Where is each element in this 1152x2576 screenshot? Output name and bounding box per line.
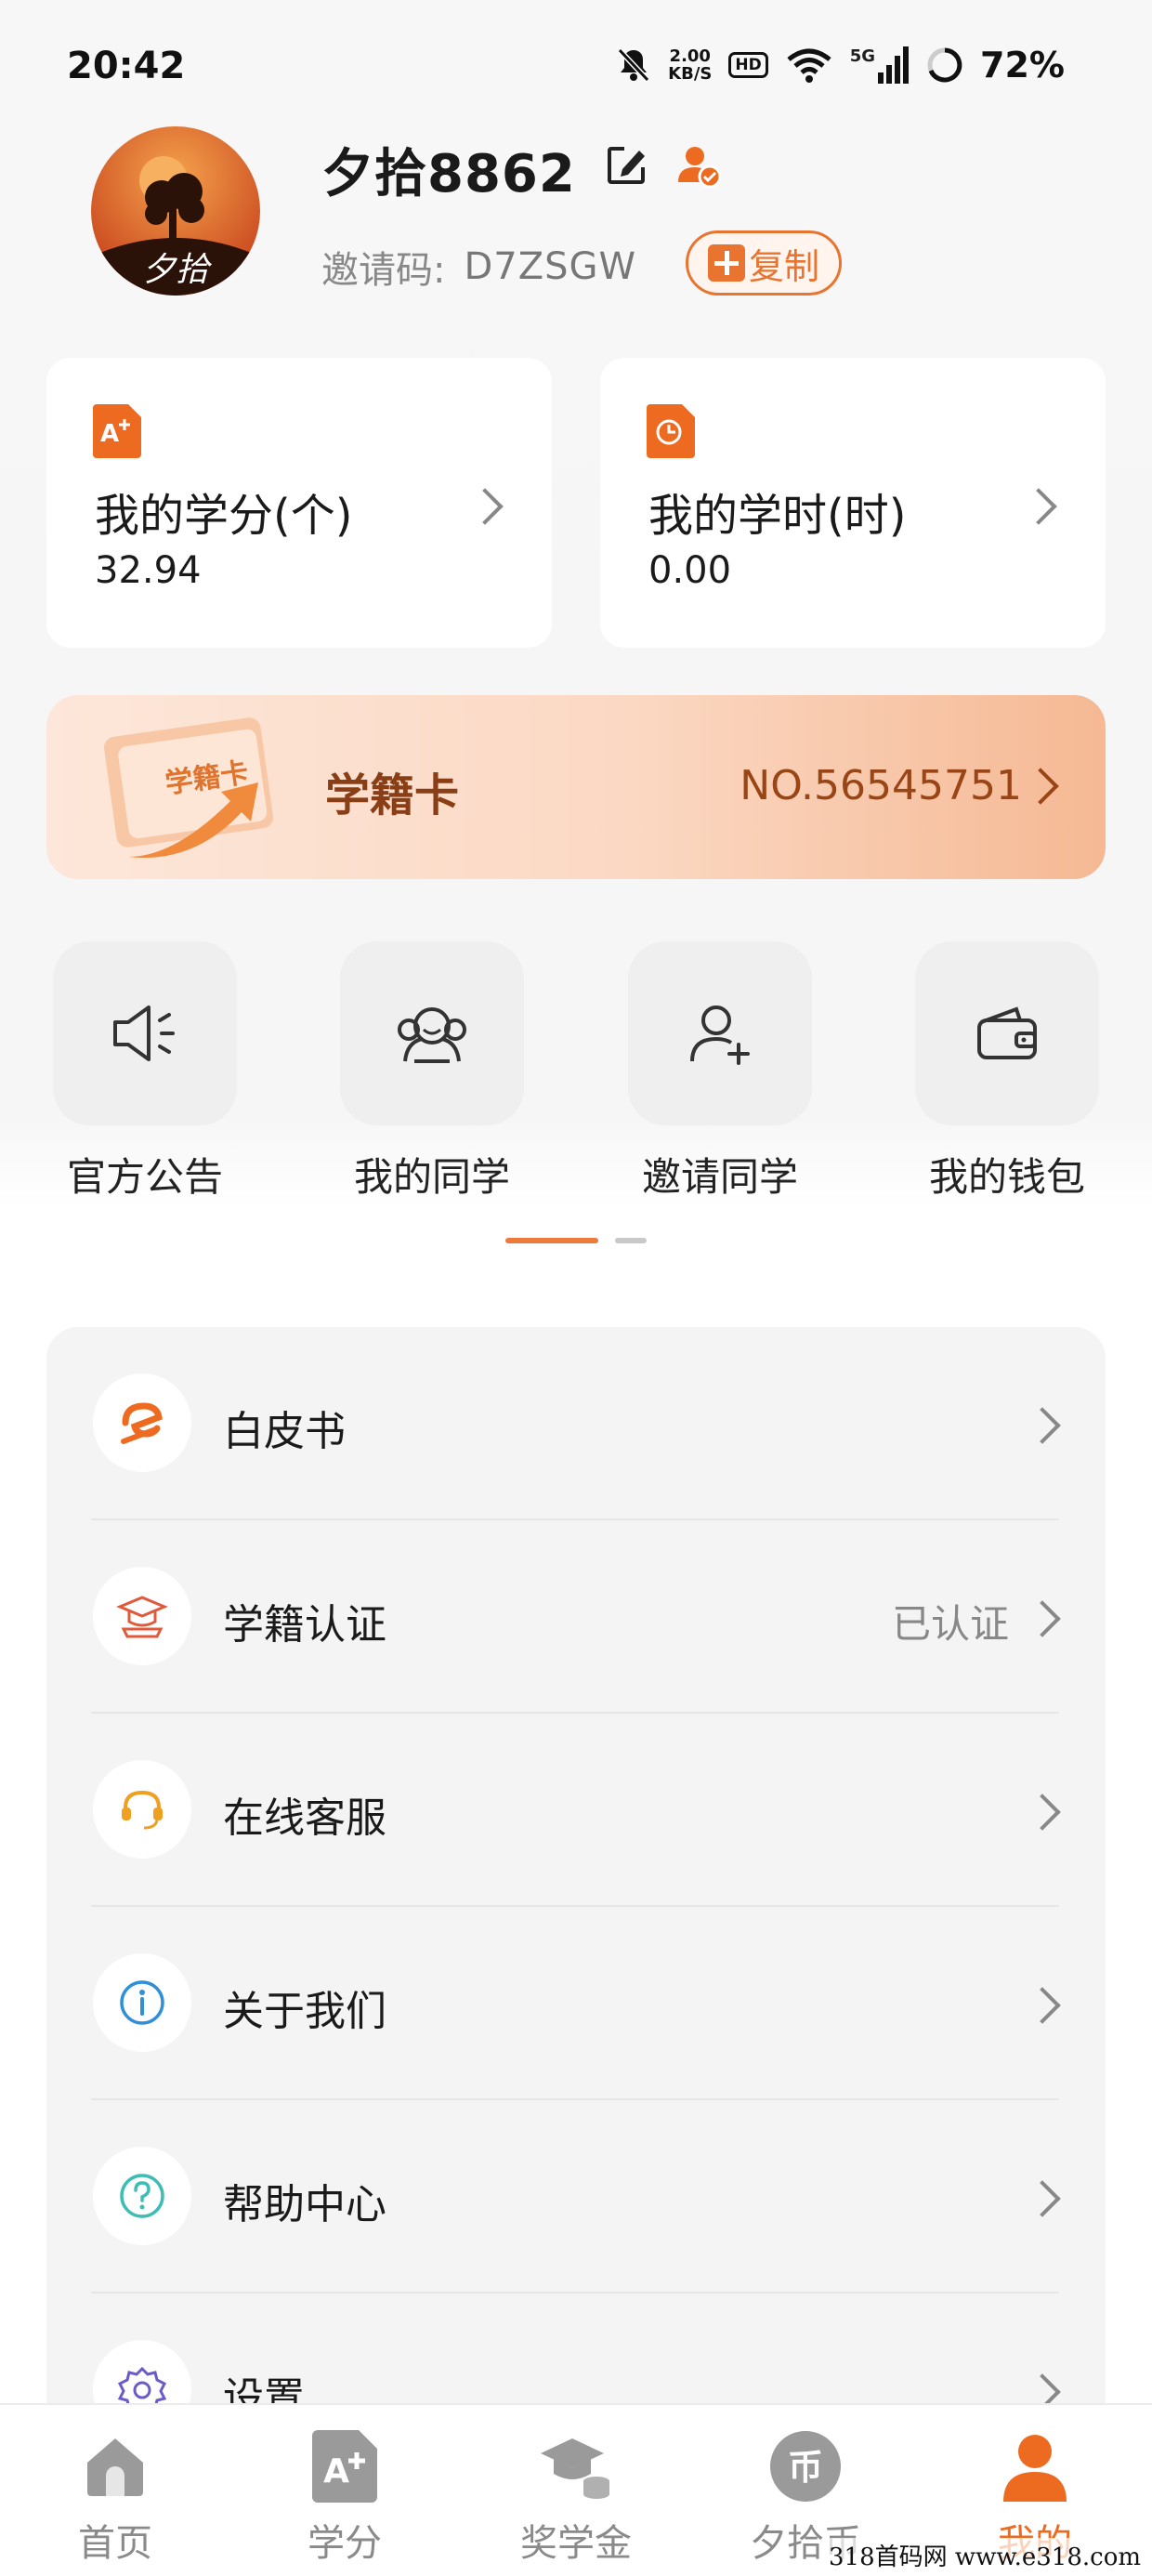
invite-code: D7ZSGW <box>464 245 637 288</box>
svg-text:币: 币 <box>788 2447 823 2488</box>
tab-label: 首页 <box>78 2522 152 2565</box>
tab-label: 奖学金 <box>520 2522 632 2565</box>
chevron-right-icon <box>1024 1407 1061 1444</box>
credits-card[interactable]: A 我的学分(个) 32.94 <box>46 358 552 648</box>
profile-icon <box>998 2429 1072 2504</box>
credits-value: 32.94 <box>95 549 202 592</box>
menu-item-whitepaper[interactable]: 白皮书 <box>46 1327 1106 1520</box>
chevron-right-icon <box>1024 1987 1061 2024</box>
credits-label: 我的学分(个) <box>95 490 353 542</box>
menu-item-label: 学籍认证 <box>223 1601 386 1649</box>
hours-value: 0.00 <box>648 549 732 592</box>
battery-icon <box>926 46 963 84</box>
edit-icon[interactable] <box>604 143 648 188</box>
menu-item-about[interactable]: 关于我们 <box>46 1907 1106 2100</box>
menu-item-label: 关于我们 <box>223 1988 386 2035</box>
verification-status: 已认证 <box>891 1601 1009 1647</box>
hours-card[interactable]: 我的学时(时) 0.00 <box>600 358 1106 648</box>
net-speed-unit: KB/S <box>668 64 713 84</box>
net-speed-value: 2.00 <box>669 46 711 66</box>
quick-action-announcements[interactable]: 官方公告 <box>53 941 237 1203</box>
help-icon <box>93 2147 191 2245</box>
pager-dot <box>615 1238 647 1243</box>
home-icon <box>78 2429 152 2504</box>
student-card-banner[interactable]: 学籍卡 学籍卡 NO.56545751 <box>46 695 1106 879</box>
add-user-icon <box>628 941 812 1125</box>
tab-home[interactable]: 首页 <box>32 2429 199 2567</box>
scholarship-icon <box>539 2429 613 2504</box>
watermark: 318首码网 www.e318.com <box>823 2538 1146 2572</box>
avatar-text: 夕拾 <box>142 251 213 289</box>
invite-label: 邀请码: <box>321 249 446 292</box>
tab-label: 学分 <box>308 2522 382 2565</box>
tab-credits[interactable]: A 学分 <box>261 2429 428 2567</box>
credit-tab-icon: A <box>308 2429 382 2504</box>
menu-item-label: 帮助中心 <box>223 2181 386 2228</box>
graduation-cap-icon <box>93 1567 191 1665</box>
user-verify-icon[interactable] <box>674 141 723 190</box>
menu-item-label: 白皮书 <box>223 1408 346 1455</box>
signal-icon: 5G <box>850 46 910 84</box>
wifi-icon <box>785 46 833 84</box>
quick-action-label: 我的钱包 <box>928 1154 1085 1200</box>
battery-percent: 72% <box>980 45 1065 85</box>
menu-item-help[interactable]: 帮助中心 <box>46 2100 1106 2293</box>
copy-button[interactable]: 复制 <box>686 230 842 296</box>
svg-text:A: A <box>323 2452 349 2491</box>
chevron-right-icon <box>1024 1600 1061 1637</box>
svg-text:A: A <box>100 420 119 448</box>
mute-icon <box>616 46 651 84</box>
hours-label: 我的学时(时) <box>648 490 907 542</box>
quick-action-label: 我的同学 <box>353 1154 510 1200</box>
tab-scholarship[interactable]: 奖学金 <box>492 2429 660 2567</box>
quick-action-wallet[interactable]: 我的钱包 <box>915 941 1099 1203</box>
student-card-illustration: 学籍卡 <box>91 717 305 866</box>
clock-icon <box>647 404 695 458</box>
classmates-icon <box>340 941 524 1125</box>
info-icon <box>93 1953 191 2052</box>
quick-action-label: 官方公告 <box>66 1154 223 1200</box>
whitepaper-icon <box>93 1373 191 1472</box>
chevron-right-icon <box>1024 2180 1061 2217</box>
status-icons: 2.00 KB/S HD 5G 72% <box>616 39 1065 91</box>
copy-plus-icon <box>707 244 745 282</box>
avatar[interactable]: 夕拾 <box>91 126 260 296</box>
wallet-icon <box>915 941 1099 1125</box>
invite-row: 邀请码: D7ZSGW <box>321 240 636 294</box>
pager-dot-active <box>505 1238 598 1243</box>
status-time: 20:42 <box>67 45 186 87</box>
credit-icon: A <box>93 404 141 458</box>
username: 夕拾8862 <box>321 144 576 204</box>
quick-action-invite[interactable]: 邀请同学 <box>628 941 812 1203</box>
menu-item-support[interactable]: 在线客服 <box>46 1714 1106 1907</box>
copy-label: 复制 <box>748 245 819 287</box>
chevron-right-icon <box>1022 768 1059 805</box>
hd-badge: HD <box>728 52 768 78</box>
net-speed: 2.00 KB/S <box>668 47 712 83</box>
student-card-title: 学籍卡 <box>325 769 460 821</box>
quick-action-classmates[interactable]: 我的同学 <box>340 941 524 1203</box>
megaphone-icon <box>53 941 237 1125</box>
headset-icon <box>93 1760 191 1859</box>
chevron-right-icon <box>466 488 504 525</box>
student-card-number: NO.56545751 <box>740 762 1022 809</box>
menu-item-verification[interactable]: 学籍认证 已认证 <box>46 1520 1106 1714</box>
chevron-right-icon <box>1024 1794 1061 1831</box>
chevron-right-icon <box>1020 488 1057 525</box>
quick-action-label: 邀请同学 <box>641 1154 798 1200</box>
menu-list: 白皮书 学籍认证 已认证 在线客服 关于我们 帮助中心 设置 <box>46 1327 1106 2442</box>
network-type: 5G <box>849 46 876 66</box>
status-bar: 20:42 2.00 KB/S HD 5G 72% <box>0 0 1152 139</box>
menu-item-label: 在线客服 <box>223 1794 386 1842</box>
coin-icon: 币 <box>768 2429 843 2504</box>
